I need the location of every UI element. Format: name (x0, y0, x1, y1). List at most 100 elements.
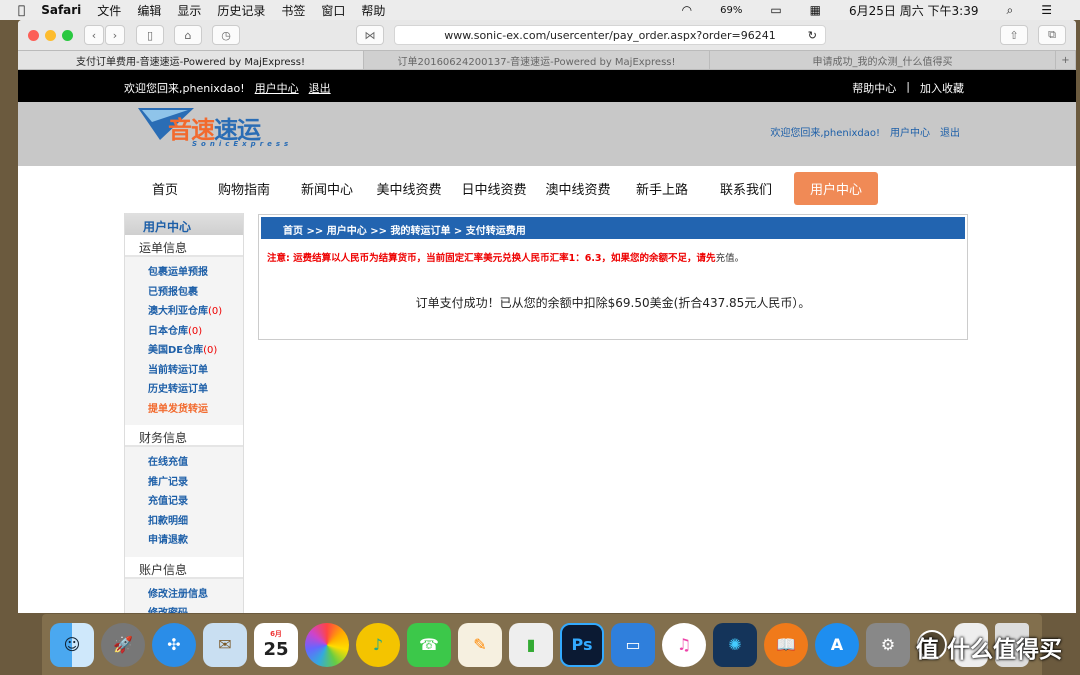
smzdm-watermark: 值 什么值得买 (916, 637, 1063, 663)
nav-home[interactable]: 首页 (130, 179, 200, 198)
nav-jp-rates[interactable]: 日中线资费 (452, 179, 536, 198)
tabs-overview-icon[interactable]: ⧉ (1038, 25, 1066, 45)
sidebar-item[interactable]: 修改密码 (148, 604, 243, 613)
main-nav: 首页 购物指南 新闻中心 美中线资费 日中线资费 澳中线资费 新手上路 联系我们… (18, 166, 1076, 210)
tab-bar: 支付订单费用-音速速运-Powered by MajExpress! 订单201… (18, 50, 1076, 70)
ibooks-icon[interactable]: 📖 (764, 622, 808, 667)
recharge-link[interactable]: 充值。 (716, 253, 745, 264)
keynote-icon[interactable]: ▭ (611, 622, 655, 667)
flag-icon[interactable]: ▦ (810, 3, 821, 17)
search-icon[interactable]: ⌕ (1007, 3, 1014, 18)
share-icon[interactable]: ⇧ (1000, 25, 1028, 45)
launchpad-icon[interactable]: 🚀 (101, 622, 145, 667)
pages-icon[interactable]: ✎ (458, 622, 502, 667)
site-topbar: 欢迎您回来,phenixdao! 用户中心 退出 帮助中心 | 加入收藏 (18, 70, 1076, 102)
menu-bar:  Safari 文件 编辑 显示 历史记录 书签 窗口 帮助 ◠ 69% ▭ … (0, 0, 1080, 20)
home-icon[interactable]: ⌂ (174, 25, 202, 45)
sidebar-item[interactable]: 历史转运订单 (148, 380, 243, 400)
menu-item[interactable]: 显示 (177, 2, 201, 19)
sidebar-item[interactable]: 当前转运订单 (148, 361, 243, 381)
bookmark-link[interactable]: 加入收藏 (920, 80, 964, 96)
forward-button[interactable]: › (105, 25, 125, 45)
menu-item[interactable]: 文件 (97, 2, 121, 19)
nav-contact[interactable]: 联系我们 (704, 179, 788, 198)
menu-app[interactable]: Safari (41, 3, 81, 17)
back-button[interactable]: ‹ (84, 25, 104, 45)
count: (0) (203, 345, 218, 356)
sidebar-item[interactable]: 扣款明细 (148, 512, 243, 532)
reload-icon[interactable]: ↻ (808, 29, 817, 42)
reader-icon[interactable]: ⋈ (356, 25, 384, 45)
help-link[interactable]: 帮助中心 (852, 80, 896, 96)
sidebar-item[interactable]: 申请退款 (148, 531, 243, 551)
menu-item[interactable]: 编辑 (137, 2, 161, 19)
app-store-icon[interactable]: A (815, 622, 859, 667)
sidebar-item[interactable]: 提单发货转运 (148, 400, 243, 420)
nav-au-rates[interactable]: 澳中线资费 (536, 179, 620, 198)
clock[interactable]: 6月25日 周六 下午3:39 (849, 2, 978, 19)
site-logo[interactable]: 音速速运 SonicExpress (138, 106, 288, 148)
content-panel: 首页 >> 用户中心 >> 我的转运订单 > 支付转运费用 注意: 运费结算以人… (258, 214, 968, 340)
nav-news[interactable]: 新闻中心 (288, 179, 366, 198)
safari-window: ‹ › ▯ ⌂ ◷ ⋈ www.sonic-ex.com/usercenter/… (18, 20, 1076, 613)
sidebar-item[interactable]: 充值记录 (148, 492, 243, 512)
tab[interactable]: 订单20160624200137-音速速运-Powered by MajExpr… (364, 51, 710, 69)
sidebar-group-heading: 财务信息 (125, 425, 243, 447)
site-header: 音速速运 SonicExpress 欢迎您回来,phenixdao! 用户中心 … (18, 102, 1076, 166)
qq-music-icon[interactable]: ♪ (356, 622, 400, 667)
safari-icon[interactable]: ✣ (152, 622, 196, 667)
nav-us-rates[interactable]: 美中线资费 (366, 179, 452, 198)
new-tab-button[interactable]: + (1056, 51, 1076, 69)
sidebar-item[interactable]: 推广记录 (148, 473, 243, 493)
minimize-button[interactable] (45, 30, 56, 41)
apple-icon[interactable]:  (18, 3, 25, 17)
calendar-day: 25 (263, 639, 289, 660)
calendar-month: 6月 (270, 630, 282, 638)
list-icon[interactable]: ☰ (1041, 3, 1052, 17)
history-icon[interactable]: ◷ (212, 25, 240, 45)
tab[interactable]: 支付订单费用-音速速运-Powered by MajExpress! (18, 51, 364, 69)
address-bar[interactable]: www.sonic-ex.com/usercenter/pay_order.as… (394, 25, 826, 45)
notice-text: 注意: 运费结算以人民币为结算货币，当前固定汇率美元兑换人民币汇率1：6.3，如… (259, 241, 967, 264)
logout-link[interactable]: 退出 (309, 80, 331, 96)
count: (0) (208, 306, 223, 317)
menu-item[interactable]: 书签 (281, 2, 305, 19)
finder-icon[interactable]: ☺ (50, 622, 94, 667)
user-center-link[interactable]: 用户中心 (255, 80, 299, 96)
menu-item[interactable]: 历史记录 (217, 2, 265, 19)
numbers-icon[interactable]: ▮ (509, 622, 553, 667)
system-preferences-icon[interactable]: ⚙ (866, 622, 910, 667)
sidebar-group-heading: 运单信息 (125, 235, 243, 257)
nav-shopping-guide[interactable]: 购物指南 (200, 179, 288, 198)
wifi-icon[interactable]: ◠ (682, 3, 692, 17)
sidebar-item[interactable]: 已预报包裹 (148, 283, 243, 303)
photoshop-icon[interactable]: Ps (560, 622, 604, 667)
menu-item[interactable]: 窗口 (321, 2, 345, 19)
logout-link[interactable]: 退出 (940, 124, 960, 139)
zoom-button[interactable] (62, 30, 73, 41)
sidebar-item[interactable]: 修改注册信息 (148, 585, 243, 605)
sidebar-item[interactable]: 美国DE仓库(0) (148, 341, 243, 361)
itunes-icon[interactable]: ♫ (662, 622, 706, 667)
battery-percent[interactable]: 69% (720, 5, 742, 16)
user-center-link[interactable]: 用户中心 (890, 124, 930, 139)
facetime-icon[interactable]: ☎ (407, 622, 451, 667)
battery-icon[interactable]: ▭ (770, 3, 781, 17)
menu-item[interactable]: 帮助 (361, 2, 385, 19)
sidebar-item[interactable]: 日本仓库(0) (148, 322, 243, 342)
photos-icon[interactable] (305, 622, 349, 667)
calendar-icon[interactable]: 6月 25 (254, 622, 298, 667)
mail-icon[interactable]: ✉ (203, 622, 247, 667)
close-button[interactable] (28, 30, 39, 41)
sidebar-item[interactable]: 澳大利亚仓库(0) (148, 302, 243, 322)
tab[interactable]: 申请成功_我的众测_什么值得买 (710, 51, 1056, 69)
payment-success-message: 订单支付成功！已从您的余额中扣除$69.50美金(折合437.85元人民币）。 (415, 296, 811, 310)
sidebar-icon[interactable]: ▯ (136, 25, 164, 45)
dock: ☺ 🚀 ✣ ✉ 6月 25 ♪ ☎ ✎ ▮ Ps ▭ ♫ ✺ 📖 A ⚙ (42, 614, 1042, 675)
nav-beginner[interactable]: 新手上路 (620, 179, 704, 198)
sidebar-item[interactable]: 在线充值 (148, 453, 243, 473)
sidebar-item[interactable]: 包裹运单预报 (148, 263, 243, 283)
nav-user-center[interactable]: 用户中心 (794, 171, 879, 205)
welcome-text: 欢迎您回来,phenixdao! (770, 128, 880, 139)
app-icon[interactable]: ✺ (713, 622, 757, 667)
